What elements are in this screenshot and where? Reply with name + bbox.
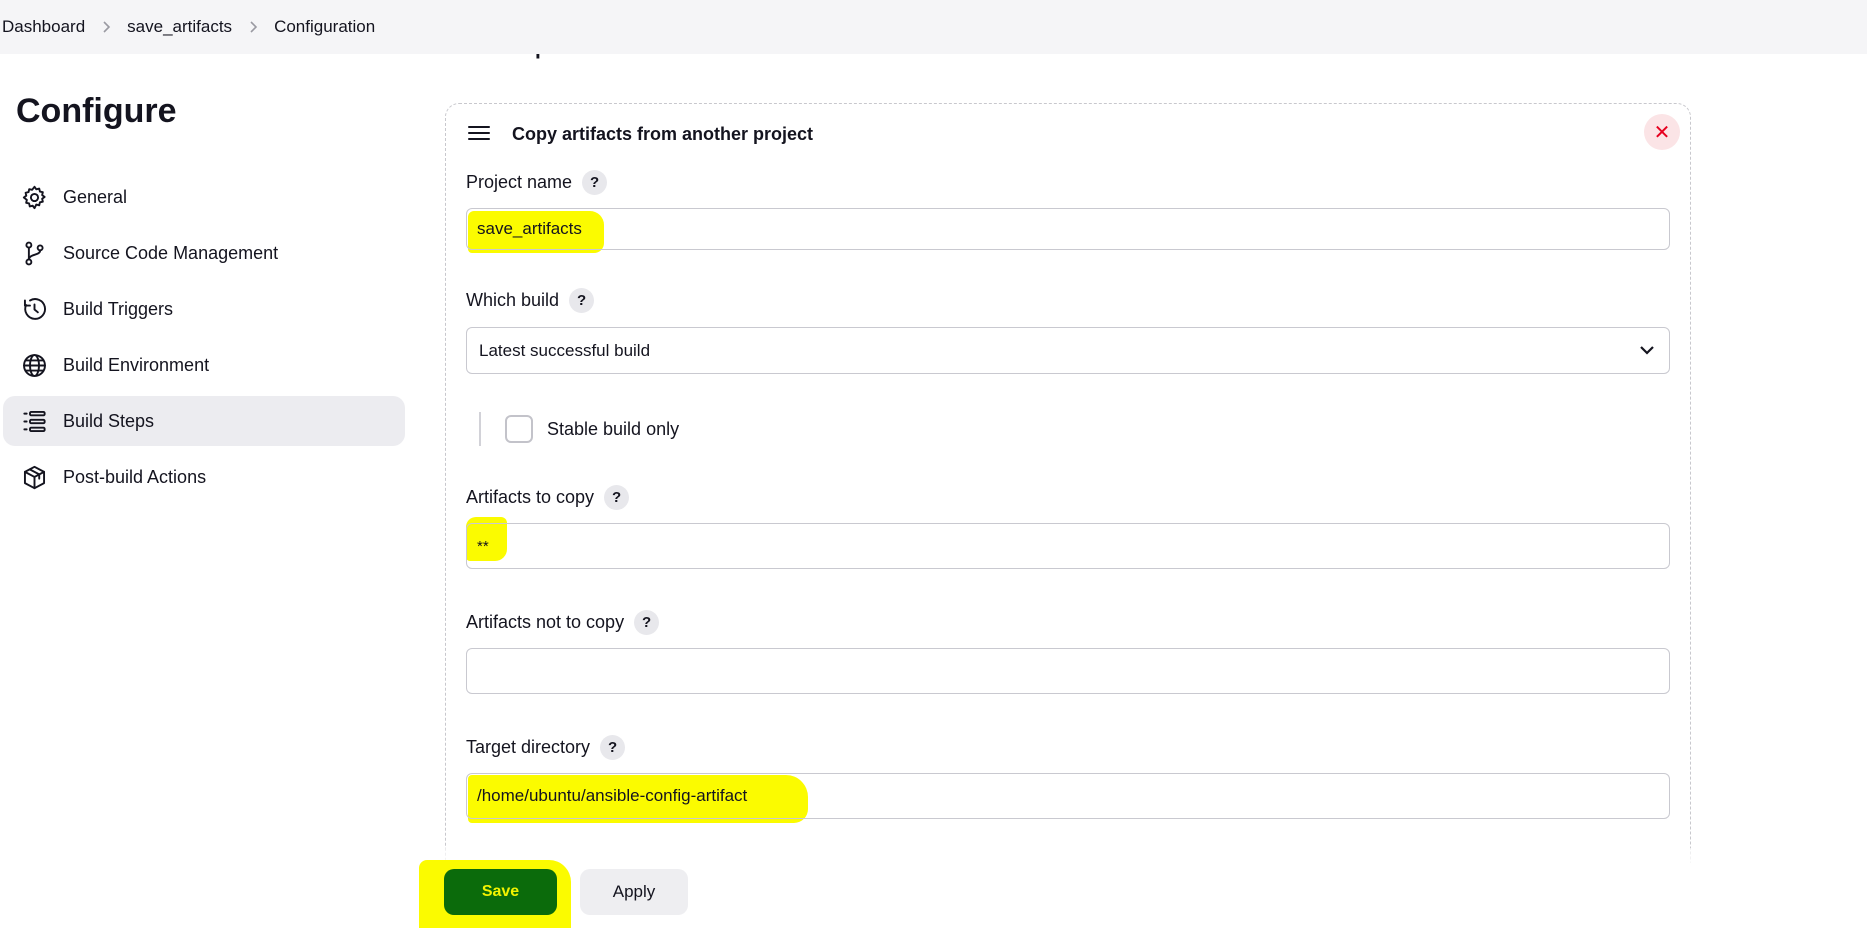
- artifacts-not-to-copy-label-text: Artifacts not to copy: [466, 612, 625, 632]
- stable-build-label: Stable build only: [547, 418, 680, 439]
- target-directory-label-text: Target directory: [466, 737, 591, 757]
- build-step-card: Copy artifacts from another project ✕ Pr…: [445, 103, 1691, 863]
- project-name-label-text: Project name: [466, 172, 573, 192]
- chevron-down-icon: [1637, 340, 1657, 360]
- apply-button[interactable]: Apply: [580, 869, 688, 915]
- drag-handle-icon[interactable]: [468, 126, 490, 146]
- sidebar-item-label: Build Triggers: [63, 298, 174, 319]
- artifacts-to-copy-input[interactable]: [466, 523, 1670, 569]
- chevron-right-icon: [232, 20, 274, 34]
- artifacts-not-to-copy-label: Artifacts not to copy ?: [466, 610, 660, 635]
- clock-icon: [19, 294, 49, 324]
- target-directory-label: Target directory ?: [466, 735, 626, 760]
- artifacts-to-copy-label: Artifacts to copy ?: [466, 485, 630, 510]
- list-icon: [19, 406, 49, 436]
- help-icon[interactable]: ?: [582, 170, 608, 195]
- breadcrumb-project[interactable]: save_artifacts: [127, 17, 232, 37]
- which-build-label: Which build ?: [466, 288, 595, 313]
- stable-build-checkbox[interactable]: [505, 415, 533, 443]
- help-icon[interactable]: ?: [604, 485, 630, 510]
- which-build-label-text: Which build: [466, 290, 560, 310]
- target-directory-input[interactable]: [466, 773, 1670, 819]
- project-name-input[interactable]: [466, 208, 1670, 250]
- sidebar-item-build-environment[interactable]: Build Environment: [3, 340, 405, 390]
- sidebar-item-source-code-management[interactable]: Source Code Management: [3, 228, 405, 278]
- sidebar-item-build-steps[interactable]: Build Steps: [3, 396, 405, 446]
- sidebar-item-build-triggers[interactable]: Build Triggers: [3, 284, 405, 334]
- sidebar-item-post-build-actions[interactable]: Post-build Actions: [3, 452, 405, 502]
- sidebar-item-label: Build Steps: [63, 410, 155, 431]
- sidebar: General Source Code Management Build Tri…: [3, 172, 405, 508]
- breadcrumb: Dashboard save_artifacts Configuration: [0, 0, 1867, 54]
- project-name-label: Project name ?: [466, 170, 608, 195]
- help-icon[interactable]: ?: [569, 288, 595, 313]
- save-button[interactable]: Save: [444, 869, 557, 915]
- sidebar-item-general[interactable]: General: [3, 172, 405, 222]
- help-icon[interactable]: ?: [634, 610, 660, 635]
- sidebar-item-label: Source Code Management: [63, 242, 279, 263]
- chevron-right-icon: [85, 20, 127, 34]
- which-build-selected: Latest successful build: [479, 340, 651, 360]
- sidebar-item-label: Post-build Actions: [63, 466, 207, 487]
- breadcrumb-configuration[interactable]: Configuration: [274, 17, 375, 37]
- package-icon: [19, 462, 49, 492]
- branch-icon: [19, 238, 49, 268]
- stable-build-row: Stable build only: [479, 409, 679, 449]
- which-build-select[interactable]: Latest successful build: [466, 327, 1670, 374]
- indent-rule: [479, 412, 481, 446]
- help-icon[interactable]: ?: [600, 735, 626, 760]
- sidebar-item-label: Build Environment: [63, 354, 210, 375]
- breadcrumb-dashboard[interactable]: Dashboard: [2, 17, 85, 37]
- globe-icon: [19, 350, 49, 380]
- artifacts-to-copy-label-text: Artifacts to copy: [466, 487, 595, 507]
- page-title: Configure: [16, 92, 177, 130]
- sidebar-item-label: General: [63, 186, 128, 207]
- gear-icon: [19, 182, 49, 212]
- artifacts-not-to-copy-input[interactable]: [466, 648, 1670, 694]
- build-step-title: Copy artifacts from another project: [512, 124, 814, 144]
- close-icon[interactable]: ✕: [1644, 114, 1680, 150]
